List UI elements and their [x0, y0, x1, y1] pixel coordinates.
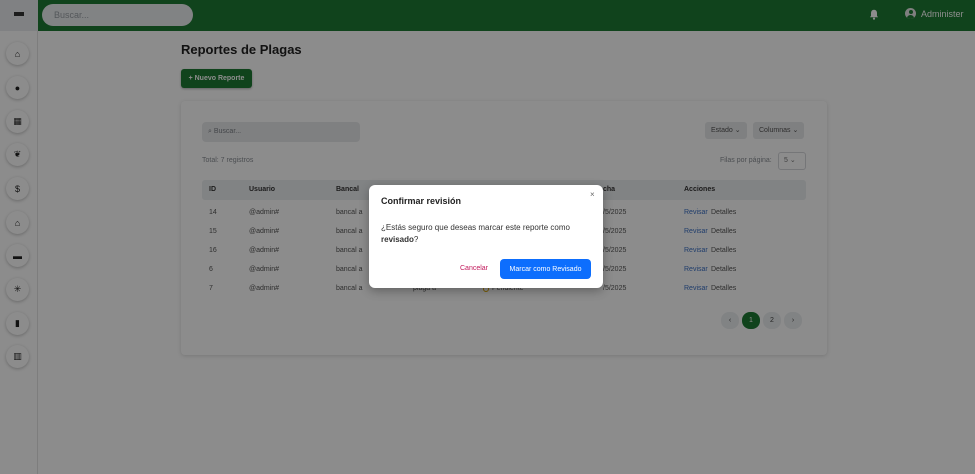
modal-message-emphasis: revisado: [381, 235, 414, 244]
close-icon[interactable]: ×: [590, 190, 595, 199]
modal-message: ¿Estás seguro que deseas marcar este rep…: [381, 222, 586, 246]
modal-title: Confirmar revisión: [381, 196, 462, 206]
mark-reviewed-button[interactable]: Marcar como Revisado: [500, 259, 591, 279]
cancel-button[interactable]: Cancelar: [460, 265, 488, 272]
modal-message-text: ¿Estás seguro que deseas marcar este rep…: [381, 223, 570, 232]
confirm-review-modal: Confirmar revisión × ¿Estás seguro que d…: [369, 185, 603, 288]
modal-message-end: ?: [413, 235, 419, 244]
